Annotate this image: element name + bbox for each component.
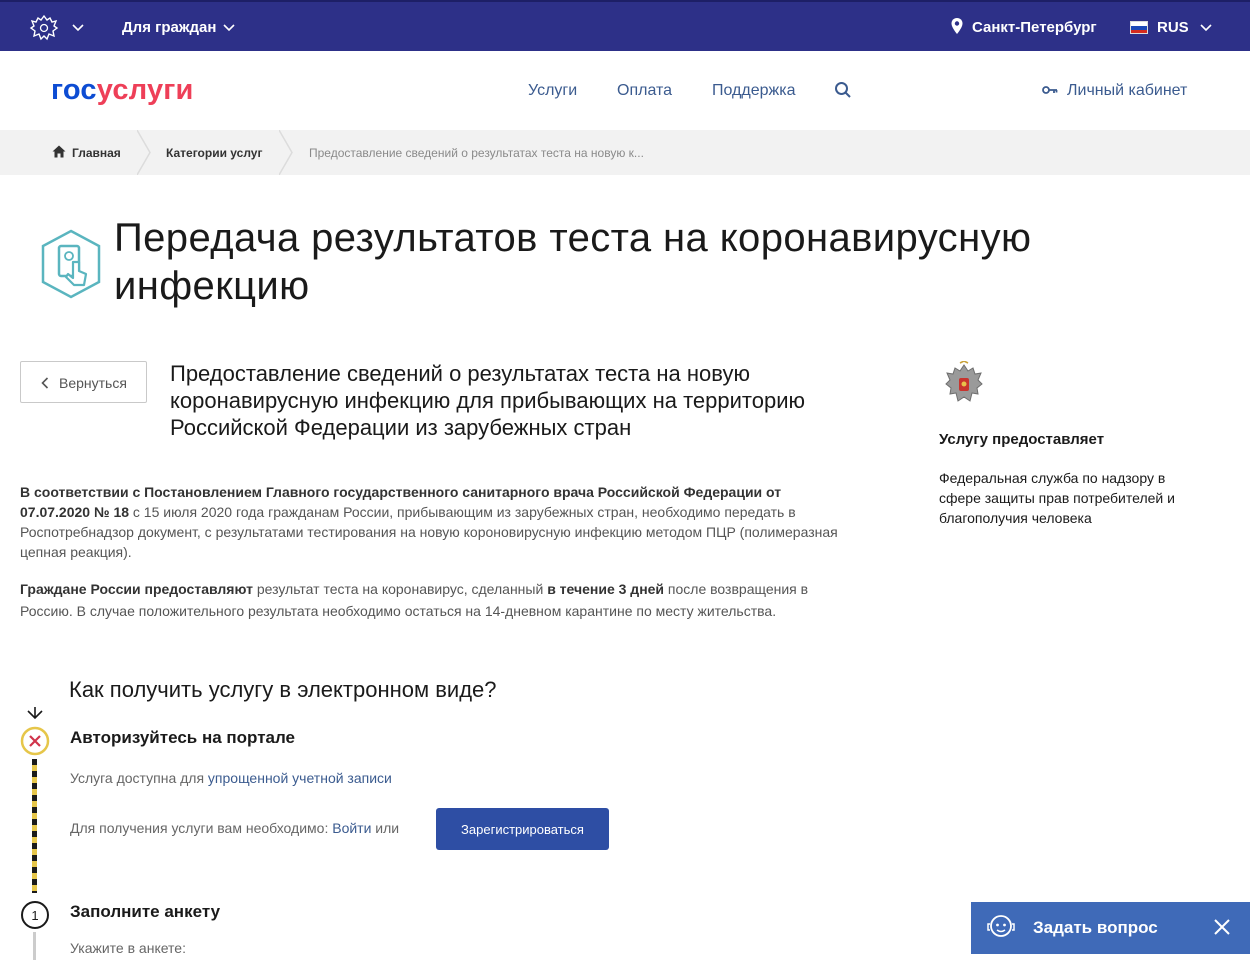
top-bar: Для граждан Санкт-Петербург RUS [0,0,1250,51]
or-text: или [371,820,400,836]
chevron-left-icon [41,377,49,389]
register-button[interactable]: Зарегистрироваться [436,808,609,850]
nav-support[interactable]: Поддержка [712,82,795,100]
chevron-down-icon[interactable] [1200,24,1212,32]
logo-part-gos: гос [51,74,97,106]
russian-flag-icon [1130,21,1148,34]
deadline-bold: в течение 3 дней [547,581,665,597]
breadcrumb-current: Предоставление сведений о результатах те… [309,146,644,160]
breadcrumb-separator [279,130,293,175]
breadcrumb-home[interactable]: Главная [72,146,121,160]
simplified-account-link[interactable]: упрощенной учетной записи [208,770,392,786]
breadcrumb-categories[interactable]: Категории услуг [166,146,262,160]
touchscreen-service-icon [41,229,101,299]
chevron-down-icon[interactable] [72,24,84,32]
ask-question-label: Задать вопрос [1033,918,1158,937]
step-form-text: Укажите в анкете: [70,940,186,956]
breadcrumb-separator [137,130,151,175]
step-line [33,932,36,960]
gosuslugi-logo[interactable]: госуслуги [51,74,194,107]
chevron-down-icon[interactable] [223,24,235,32]
breadcrumb: Главная Категории услуг Предоставление с… [0,130,1250,175]
home-icon [52,145,66,158]
personal-account-link[interactable]: Личный кабинет [1067,82,1187,100]
logo-part-uslugi: услуги [96,74,194,106]
step-auth-note: Услуга доступна для упрощенной учетной з… [70,770,392,786]
login-link[interactable]: Войти [332,820,371,836]
step-progress-line [32,759,37,893]
main-header: госуслуги Услуги Оплата Поддержка Личный… [0,51,1250,130]
close-icon[interactable] [1213,918,1231,936]
provider-label: Услугу предоставляет [939,431,1105,448]
coat-of-arms-icon[interactable] [28,12,60,44]
error-x-icon [20,726,50,756]
back-button-label: Вернуться [59,375,127,391]
citizens-note: Граждане России предоставляют результат … [20,578,850,622]
step-number-badge: 1 [21,901,49,929]
step-number: 1 [31,908,38,923]
audience-menu[interactable]: Для граждан [122,19,216,36]
step-auth-text: Услуга доступна для [70,770,208,786]
page-title: Передача результатов теста на коронавиру… [114,216,1032,308]
ask-question-widget[interactable]: Задать вопрос [971,902,1250,954]
nav-payment[interactable]: Оплата [617,82,672,100]
step-form-title: Заполните анкету [70,902,221,921]
service-title: Предоставление сведений о результатах те… [170,361,805,440]
login-text: Для получения услуги вам необходимо: [70,820,333,836]
city-selector[interactable]: Санкт-Петербург [972,19,1097,36]
service-description: В соответствии с Постановлением Главного… [20,482,850,562]
back-button[interactable]: Вернуться [20,361,147,403]
language-selector[interactable]: RUS [1157,19,1189,36]
provider-name: Федеральная служба по надзору в сфере за… [939,470,1175,526]
description-text: с 15 июля 2020 года гражданам России, пр… [20,504,838,560]
search-icon[interactable] [834,81,852,99]
citizens-text: результат теста на коронавирус, сделанны… [252,581,548,597]
step-auth-title: Авторизуйтесь на портале [70,728,296,747]
citizens-bold: Граждане России предоставляют [20,581,253,597]
location-pin-icon [951,18,963,34]
steps-title: Как получить услугу в электронном виде? [69,677,497,702]
key-icon [1042,86,1058,94]
step-auth-login: Для получения услуги вам необходимо: Вой… [70,820,399,836]
nav-services[interactable]: Услуги [528,82,577,100]
agency-emblem-icon [945,361,983,402]
chat-robot-icon [987,915,1015,937]
arrow-down-icon [27,707,43,720]
